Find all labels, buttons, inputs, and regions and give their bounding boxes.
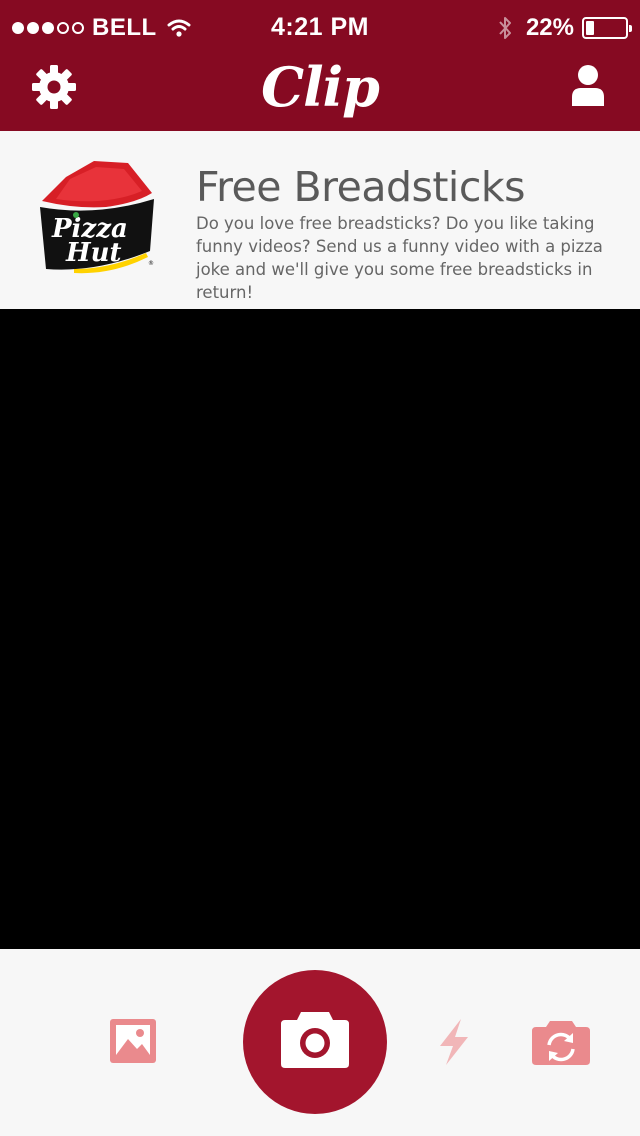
camera-toolbar [0,949,640,1136]
bluetooth-icon [499,17,511,39]
flash-icon [440,1019,468,1065]
app-title-logo: Clip [261,55,380,119]
promo-description: Do you love free breadsticks? Do you lik… [196,214,603,302]
svg-text:Hut: Hut [65,238,121,268]
svg-text:®: ® [148,260,154,267]
promo-card[interactable]: Pizza Hut ® Free Breadsticks Do you love… [0,131,640,309]
battery-percent: 22% [525,14,574,41]
shutter-button[interactable] [243,970,387,1114]
gallery-button[interactable] [110,1019,156,1063]
status-bar: BELL 4:21 PM 22% [0,0,640,54]
image-icon [110,1019,156,1063]
camera-flip-icon [532,1021,590,1065]
battery-icon [582,17,632,39]
person-icon [572,65,604,106]
nav-bar: Clip [0,54,640,131]
app-header: BELL 4:21 PM 22% Clip [0,0,640,131]
pizza-hut-logo: Pizza Hut ® [36,157,158,281]
status-right: 22% [498,13,632,43]
profile-button[interactable] [570,64,606,108]
battery-level [586,21,594,35]
flash-button[interactable] [434,1017,474,1067]
promo-title: Free Breadsticks [196,163,525,211]
camera-icon [281,1012,349,1068]
camera-viewfinder[interactable] [0,309,640,949]
flip-camera-button[interactable] [530,1019,592,1067]
